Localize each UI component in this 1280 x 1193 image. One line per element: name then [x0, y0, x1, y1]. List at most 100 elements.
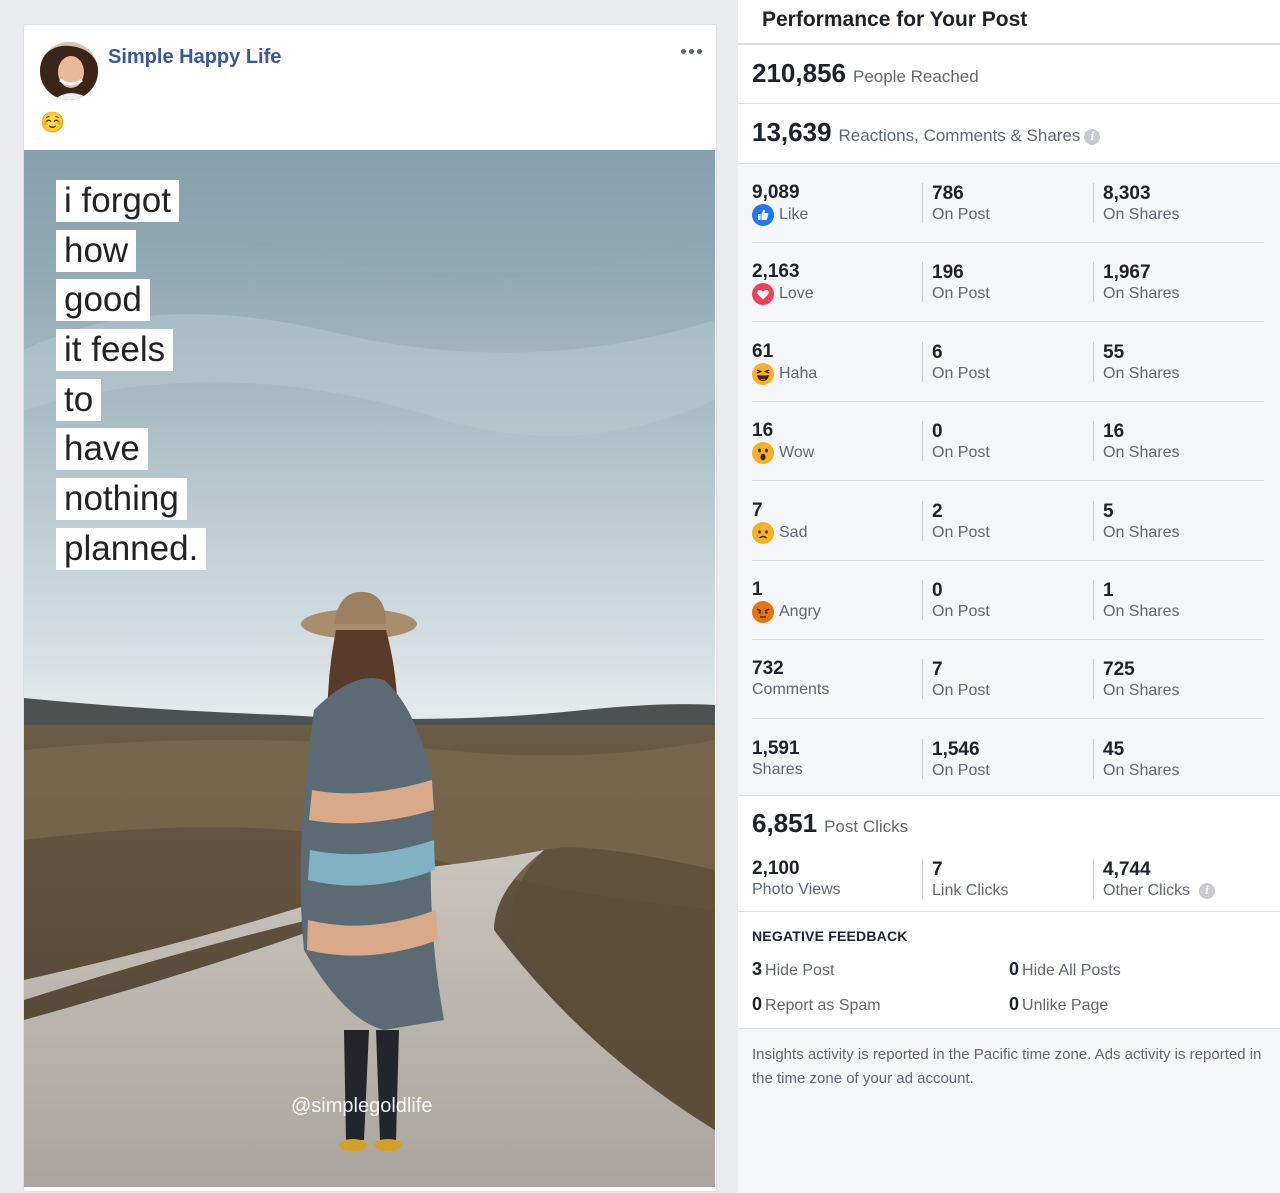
on-post-label: On Post [932, 603, 990, 620]
on-shares-label: On Shares [1103, 285, 1180, 303]
on-post-value: 2 [932, 500, 943, 522]
metric-label-text: Haha [779, 364, 818, 382]
total-value: 2,163 [752, 261, 800, 283]
insights-panel: Performance for Your Post 210,856 People… [738, 0, 1280, 1193]
on-post-value: 196 [932, 262, 964, 284]
watermark-text: @simplegoldlife [291, 1095, 433, 1117]
metric-label: Love [752, 283, 814, 306]
quote-line: planned. [56, 527, 207, 570]
on-shares-value: 1 [1103, 580, 1114, 601]
on-post-value: 7 [932, 659, 943, 681]
on-post-cell: 0 On Post [922, 421, 990, 462]
stat-row: 61 Haha 6 On Post 55 On Shares [752, 323, 1264, 402]
engagement-metric: 13,639 Reactions, Comments & Shares i [752, 117, 1101, 148]
metric-label-text: Wow [779, 444, 815, 462]
metric-label-text: Love [779, 285, 814, 303]
quote-line: how [56, 229, 137, 272]
hide-all-posts-stat: 0 Hide All Posts [1009, 959, 1121, 980]
on-shares-cell: 8,303 On Shares [1093, 183, 1179, 223]
total-cell: 16 Wow [752, 420, 815, 465]
report-spam-stat: 0 Report as Spam [752, 994, 881, 1015]
more-options-button[interactable] [678, 41, 704, 61]
quote-line: i forgot [56, 180, 179, 222]
quote-line: nothing [56, 478, 187, 521]
total-value: 7 [752, 499, 763, 521]
on-post-cell: 1,546 On Post [922, 738, 990, 779]
report-spam-label: Report as Spam [765, 997, 881, 1014]
divider [738, 103, 1280, 104]
on-shares-label: On Shares [1103, 682, 1180, 700]
info-icon[interactable]: i [1199, 883, 1216, 899]
hide-post-value: 3 [752, 959, 763, 979]
on-shares-label: On Shares [1103, 444, 1180, 462]
metric-label-text: Shares [752, 760, 803, 778]
photo-views-value: 2,100 [752, 858, 800, 879]
metric-label: Comments [752, 680, 829, 700]
post-clicks-label: Post Clicks [824, 817, 909, 836]
report-spam-value: 0 [752, 994, 763, 1014]
on-post-label: On Post [932, 523, 990, 541]
stat-row: 9,089 Like 786 On Post 8,303 On Shares [752, 164, 1264, 243]
post-photo[interactable]: i forgot how good it feels to have nothi… [24, 150, 715, 1187]
wow-icon [752, 442, 774, 465]
on-shares-value: 45 [1103, 738, 1125, 760]
post-clicks-metric: 6,851 Post Clicks [752, 808, 908, 839]
engagement-label: Reactions, Comments & Shares i [839, 126, 1101, 146]
metric-label-text: Angry [779, 603, 821, 620]
metric-label: Haha [752, 362, 818, 385]
unlike-page-label: Unlike Page [1022, 997, 1109, 1014]
page-name-link[interactable]: Simple Happy Life [108, 46, 281, 69]
on-shares-value: 16 [1103, 421, 1125, 443]
stat-row: 732 Comments 7 On Post 725 On Shares [752, 640, 1264, 720]
on-post-value: 0 [932, 580, 943, 601]
angry-icon [752, 601, 774, 623]
on-shares-label: On Shares [1103, 603, 1180, 620]
on-post-value: 6 [932, 341, 943, 363]
quote-line: good [56, 279, 150, 322]
total-value: 16 [752, 420, 774, 442]
other-clicks-cell: 4,744 Other Clicks i [1093, 859, 1216, 899]
more-dot [688, 48, 694, 54]
photo-views-cell: 2,100 Photo Views [752, 858, 841, 900]
on-shares-label: On Shares [1103, 206, 1180, 223]
on-shares-value: 8,303 [1103, 183, 1151, 204]
metric-label-text: Sad [779, 523, 808, 541]
total-value: 1 [752, 579, 763, 600]
on-post-value: 1,546 [932, 738, 980, 760]
total-cell: 7 Sad [752, 500, 807, 544]
reactions-breakdown: 9,089 Like 786 On Post 8,303 On Shares 2… [738, 163, 1280, 796]
sad-icon [752, 521, 774, 544]
post-clicks-value: 6,851 [752, 808, 818, 838]
quote-line: have [56, 428, 148, 471]
on-post-cell: 0 On Post [922, 580, 990, 620]
people-reached-label: People Reached [852, 67, 979, 86]
quote-line: it feels [56, 329, 174, 372]
info-icon[interactable]: i [1084, 128, 1101, 145]
metric-label-text: Comments [752, 681, 830, 699]
stat-row: 1 Angry 0 On Post 1 On Shares [752, 561, 1264, 640]
total-cell: 732 Comments [752, 658, 829, 700]
on-shares-value: 1,967 [1103, 262, 1151, 284]
on-post-cell: 2 On Post [922, 500, 990, 541]
quote-line: to [56, 378, 102, 421]
total-cell: 1,591 Shares [752, 738, 803, 780]
total-value: 9,089 [752, 182, 800, 203]
on-shares-cell: 45 On Shares [1093, 738, 1180, 779]
link-clicks-cell: 7 Link Clicks [922, 859, 1008, 899]
link-clicks-value: 7 [932, 859, 943, 880]
metric-label-text: Like [779, 206, 809, 223]
on-post-label: On Post [932, 285, 990, 303]
on-shares-cell: 1 On Shares [1093, 580, 1179, 620]
insights-title: Performance for Your Post [762, 8, 1028, 31]
metric-label: Wow [752, 442, 815, 465]
negative-feedback-title: NEGATIVE FEEDBACK [752, 928, 908, 944]
on-shares-label: On Shares [1103, 761, 1180, 779]
avatar[interactable] [40, 42, 98, 100]
quote-text: i forgot how good it feels to have nothi… [56, 180, 207, 578]
like-icon [752, 204, 774, 226]
on-post-cell: 786 On Post [922, 183, 990, 223]
caption-emoji: ☺️ [40, 112, 65, 134]
engagement-label-text: Reactions, Comments & Shares [838, 126, 1081, 145]
unlike-page-stat: 0 Unlike Page [1009, 994, 1108, 1015]
on-shares-cell: 55 On Shares [1093, 341, 1179, 382]
